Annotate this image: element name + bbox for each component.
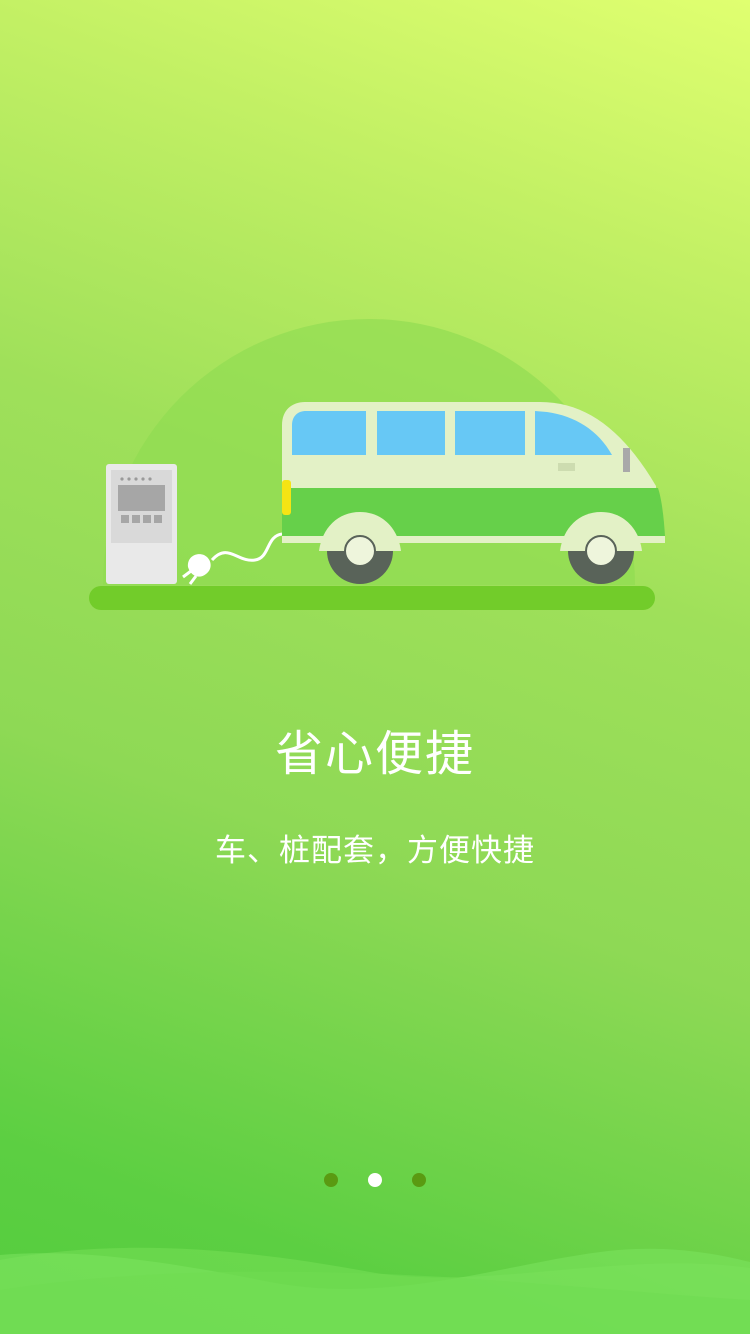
- page-indicator-dot-active[interactable]: [368, 1173, 382, 1187]
- onboarding-screen[interactable]: 省心便捷 车、桩配套，方便快捷: [0, 0, 750, 1334]
- onboarding-title: 省心便捷: [274, 726, 475, 782]
- decorative-hills: [0, 1247, 750, 1334]
- onboarding-subtitle: 车、桩配套，方便快捷: [215, 833, 535, 869]
- van-window: [455, 411, 525, 455]
- page-indicator-dot[interactable]: [324, 1173, 338, 1187]
- page-indicator-dot[interactable]: [412, 1173, 426, 1187]
- van-window: [292, 411, 366, 455]
- charging-illustration: [89, 319, 665, 610]
- charging-station-icon: [106, 464, 177, 584]
- ground-bar: [89, 586, 655, 610]
- page-indicator: [0, 1173, 750, 1189]
- van-window: [377, 411, 445, 455]
